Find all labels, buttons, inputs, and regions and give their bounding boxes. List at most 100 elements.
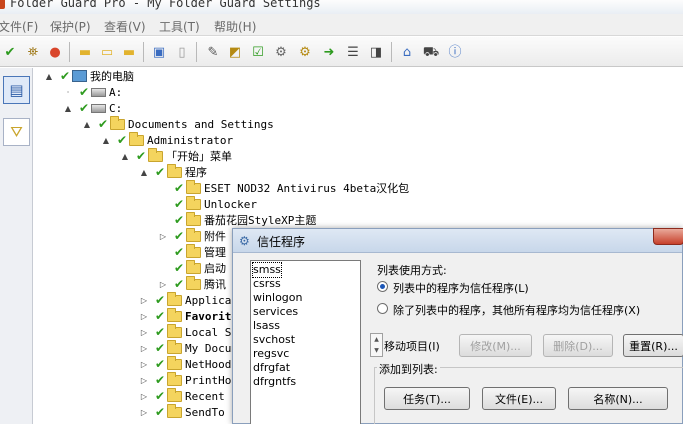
expand-toggle-icon[interactable]: ▷ [139, 344, 149, 353]
tree-node[interactable]: ▲ ✔ 我的电脑 [44, 68, 134, 84]
tree-node[interactable]: ▷ ✔ Favorites [139, 307, 245, 324]
expand-toggle-icon[interactable]: ▲ [101, 136, 111, 145]
expand-toggle-icon[interactable]: ▷ [139, 312, 149, 321]
expand-toggle-icon[interactable]: ▲ [120, 152, 130, 161]
expand-toggle-icon[interactable]: ▷ [139, 360, 149, 369]
check-icon[interactable]: ✔ [1, 43, 19, 61]
tree-node[interactable]: ▲ ✔ Documents and Settings [82, 115, 274, 132]
list-usage-label: 列表使用方式: [377, 264, 447, 277]
menu-file[interactable]: 文件(F) [0, 18, 38, 35]
check-folder-icon[interactable]: ☑ [249, 43, 267, 61]
check-icon: ✔ [117, 133, 128, 147]
expand-toggle-icon[interactable]: · [63, 88, 73, 97]
lock-file-icon[interactable]: ◩ [226, 43, 244, 61]
tree-node[interactable]: ▲ ✔ Administrator [101, 131, 234, 148]
tree-node[interactable]: ✔ ESET NOD32 Antivirus 4beta汉化包 [158, 179, 410, 196]
menu-view[interactable]: 查看(V) [104, 18, 146, 35]
wand-icon[interactable]: ✎ [204, 43, 222, 61]
info-icon[interactable]: ⓘ [446, 43, 464, 61]
task-button[interactable]: 任务(T)... [384, 387, 470, 410]
tree-node[interactable]: · ✔ A: [63, 84, 123, 100]
folder-open-icon[interactable]: ▭ [98, 43, 116, 61]
check-icon: ✔ [174, 181, 185, 195]
expand-toggle-icon[interactable]: ▷ [158, 280, 168, 289]
tree-node-label: Unlocker [204, 197, 257, 211]
tree-node[interactable]: ▷ ✔ Recent [139, 387, 225, 404]
tree-node[interactable]: ▲ ✔ C: [63, 100, 122, 116]
expand-toggle-icon[interactable]: ▲ [44, 72, 54, 81]
tree-node[interactable]: ✔ 管理 [158, 243, 226, 260]
hide-icon[interactable]: ◨ [367, 43, 385, 61]
expand-toggle-icon[interactable]: ▷ [139, 408, 149, 417]
option-all-except-radio[interactable] [377, 303, 388, 314]
program-list-item[interactable]: lsass [253, 319, 280, 333]
gears-icon[interactable]: ⚙ [296, 43, 314, 61]
option-list-trusted-label[interactable]: 列表中的程序为信任程序(L) [393, 280, 529, 296]
option-list-trusted-radio[interactable] [377, 281, 388, 292]
drive-icon [91, 103, 106, 113]
expand-toggle-icon[interactable]: ▲ [139, 168, 149, 177]
binoculars-icon[interactable]: ⛯ [24, 43, 42, 61]
program-list-item[interactable]: dfrgntfs [253, 375, 296, 389]
name-button[interactable]: 名称(N)... [568, 387, 668, 410]
tree-node[interactable]: ✔ 启动 [158, 259, 226, 276]
modify-button[interactable]: 修改(M)... [459, 334, 532, 357]
stop-icon[interactable]: ● [46, 43, 64, 61]
tree-node[interactable]: ✔ Unlocker [158, 195, 257, 212]
expand-toggle-icon[interactable]: ▷ [158, 232, 168, 241]
gear-shield-icon[interactable]: ⚙ [272, 43, 290, 61]
expand-toggle-icon[interactable]: ▲ [82, 120, 92, 129]
program-list-item[interactable]: winlogon [253, 291, 303, 305]
computer-view-icon[interactable]: ▤ [3, 76, 30, 104]
menu-protect[interactable]: 保护(P) [50, 18, 91, 35]
program-list[interactable]: smss csrss winlogon services lsass svchost reg… [250, 260, 361, 424]
folder-icon [167, 307, 182, 322]
program-list-item[interactable]: smss [252, 262, 282, 278]
tree-node[interactable]: ▲ ✔ 程序 [139, 163, 207, 180]
program-list-item[interactable]: dfrgfat [253, 361, 290, 375]
folder-icon [148, 147, 163, 162]
move-spinner[interactable]: ▲ ▼ [370, 333, 383, 357]
arrow-key-icon[interactable]: ➜ [320, 43, 338, 61]
folder-new-icon[interactable]: ▬ [120, 43, 138, 61]
program-list-item[interactable]: svchost [253, 333, 295, 347]
folder-icon[interactable]: ▬ [76, 43, 94, 61]
file-button[interactable]: 文件(E)... [482, 387, 556, 410]
program-list-item[interactable]: regsvc [253, 347, 289, 361]
home-icon[interactable]: ⌂ [398, 43, 416, 61]
list-icon[interactable]: ☰ [344, 43, 362, 61]
check-icon: ✔ [155, 165, 166, 179]
expand-toggle-icon[interactable]: ▷ [139, 376, 149, 385]
program-list-item[interactable]: csrss [253, 277, 281, 291]
tree-node-label: 启动 [204, 262, 226, 275]
cart-icon[interactable]: ⛟ [422, 43, 440, 61]
expand-toggle-icon[interactable]: ▷ [139, 392, 149, 401]
delete-button[interactable]: 删除(D)... [543, 334, 613, 357]
tree-node-label: ESET NOD32 Antivirus 4beta汉化包 [204, 182, 410, 195]
tree-node[interactable]: ▷ ✔ SendTo [139, 403, 225, 420]
tree-node[interactable]: ▷ ✔ 附件 [158, 227, 226, 244]
menu-tools[interactable]: 工具(T) [159, 18, 200, 35]
check-icon: ✔ [155, 389, 166, 403]
tree-node[interactable]: ▷ ✔ 腾讯 [158, 275, 226, 292]
reset-button[interactable]: 重置(R)... [623, 334, 683, 357]
tree-node[interactable]: ✔ 番茄花园StyleXP主题 [158, 211, 316, 228]
program-list-item[interactable]: services [253, 305, 298, 319]
folder-icon [186, 243, 201, 258]
close-button[interactable] [653, 228, 683, 245]
check-icon: ✔ [155, 341, 166, 355]
menu-help[interactable]: 帮助(H) [214, 18, 256, 35]
tree-node[interactable]: ▷ ✔ NetHood [139, 355, 231, 372]
page-add-icon[interactable]: ▣ [150, 43, 168, 61]
tree-node-label: Documents and Settings [128, 117, 274, 131]
folder-icon [186, 179, 201, 194]
page-icon[interactable]: ▯ [173, 43, 191, 61]
tree-node[interactable]: ▷ ✔ PrintHood [139, 371, 245, 388]
tree-node-label: Administrator [147, 133, 234, 147]
tree-node[interactable]: ▲ ✔ 「开始」菜单 [120, 147, 232, 164]
expand-toggle-icon[interactable]: ▷ [139, 328, 149, 337]
expand-toggle-icon[interactable]: ▷ [139, 296, 149, 305]
option-all-except-label[interactable]: 除了列表中的程序，其他所有程序均为信任程序(X) [393, 302, 640, 318]
filter-icon[interactable]: ⛛ [3, 118, 30, 146]
expand-toggle-icon[interactable]: ▲ [63, 104, 73, 113]
